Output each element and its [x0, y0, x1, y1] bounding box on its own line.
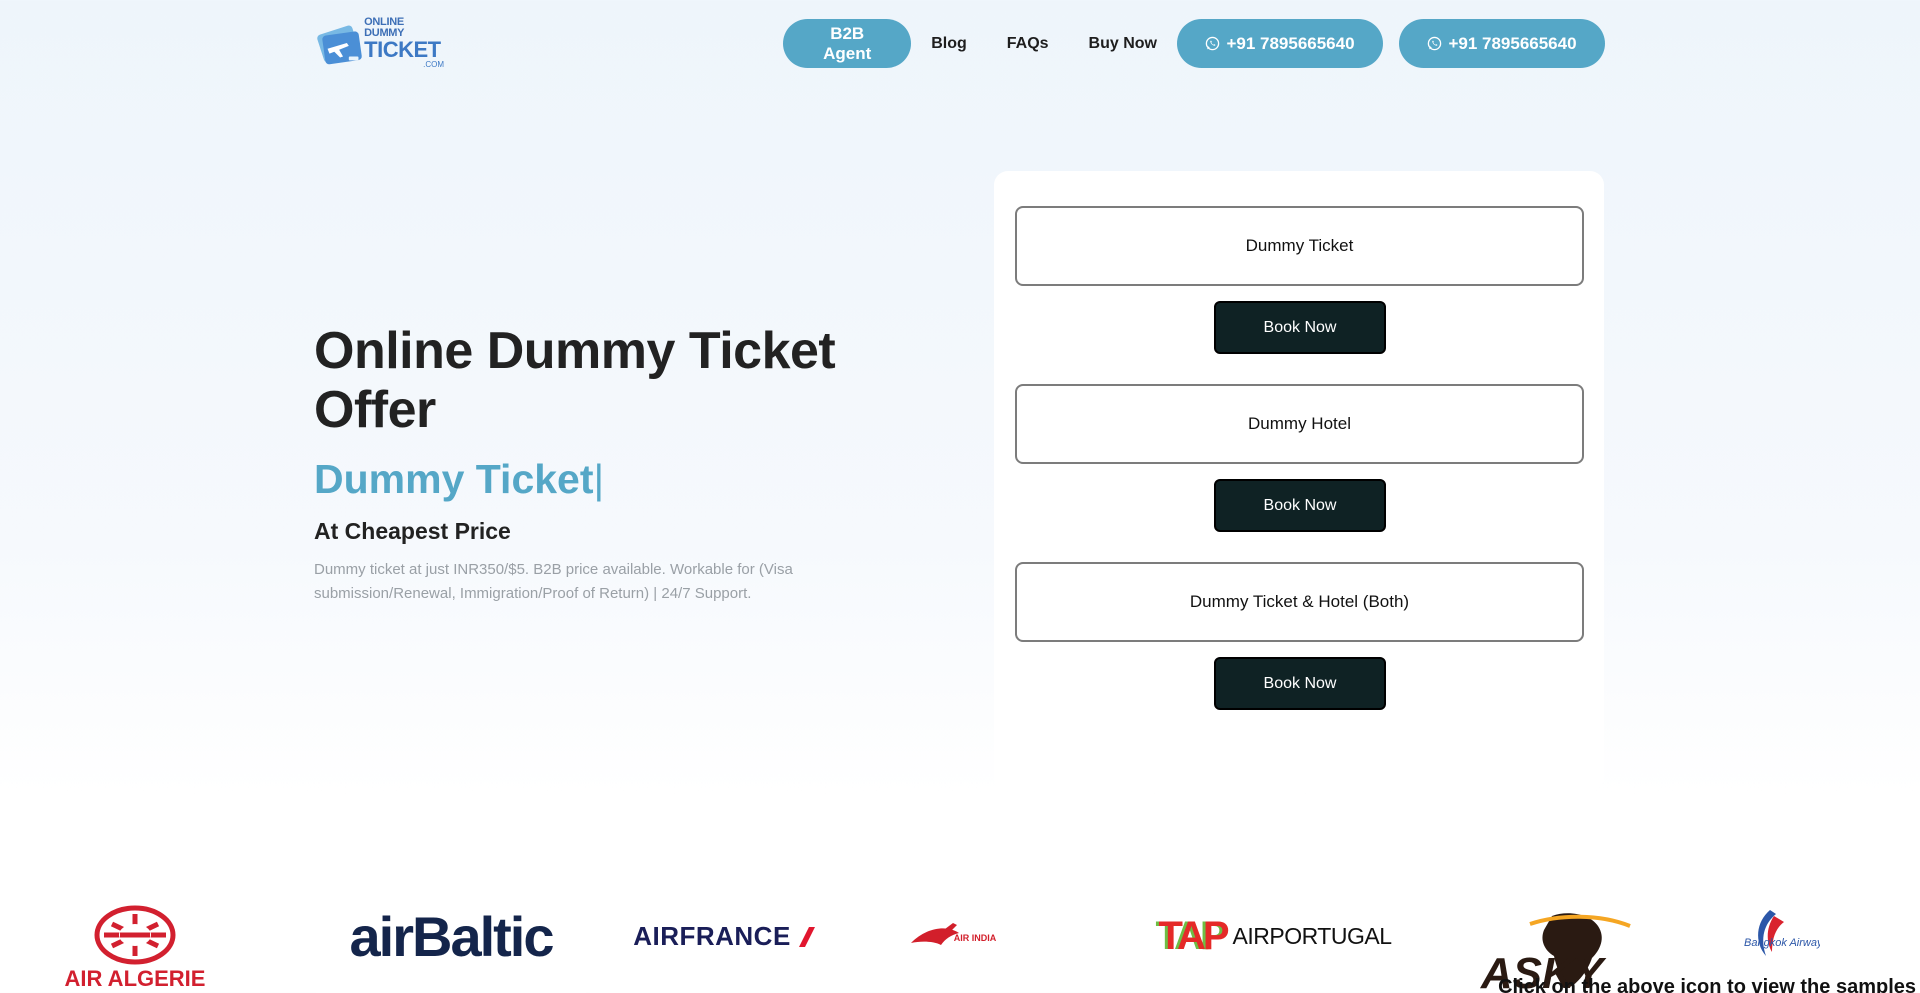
airindia-swan-icon: AIR INDIA [911, 922, 997, 945]
tap-airportugal-logo[interactable]: TAP AIRPORTUGAL [1140, 880, 1410, 993]
option-dummy-hotel[interactable]: Dummy Hotel [1015, 384, 1584, 464]
ticket-plane-logo-icon [317, 25, 362, 65]
logo-line1: ONLINE DUMMY [364, 16, 405, 39]
whatsapp-phone-button-1[interactable]: +91 7895665640 [1177, 19, 1383, 68]
air-algerie-text: AIR ALGERIE [65, 966, 206, 991]
air-algerie-emblem-icon: AIR ALGERIE [65, 905, 206, 991]
booking-card: Dummy Ticket Book Now Dummy Hotel Book N… [994, 171, 1604, 791]
logo-wordmark: ONLINE DUMMY TICKET .COM [364, 17, 444, 69]
nav-link-buy-now[interactable]: Buy Now [1089, 35, 1157, 53]
hero-description: Dummy ticket at just INR350/$5. B2B pric… [314, 561, 793, 602]
airbaltic-logo[interactable]: airBaltic [316, 880, 586, 993]
bangkok-airways-icon: Bangkok Airways [1744, 909, 1820, 956]
tap-airportugal-text: AIRPORTUGAL [1232, 923, 1392, 949]
whatsapp-icon [1428, 36, 1442, 51]
typing-cursor: | [593, 456, 605, 502]
tap-mark-text: TAP [1158, 914, 1230, 958]
book-now-button-both[interactable]: Book Now [1214, 657, 1386, 710]
airfrance-logo[interactable]: AIRFRANCE [590, 880, 860, 993]
main-nav: B2B Agent Blog FAQs Buy Now +91 78956656… [783, 19, 1605, 68]
airindia-logo[interactable]: AIR INDIA [862, 880, 1062, 993]
hero-title: Online Dummy Ticket Offer [314, 322, 836, 439]
book-now-button-ticket[interactable]: Book Now [1214, 301, 1386, 354]
whatsapp-icon [1206, 36, 1220, 51]
bangkok-airways-text: Bangkok Airways [1744, 937, 1820, 949]
option-ticket-and-hotel[interactable]: Dummy Ticket & Hotel (Both) [1015, 562, 1584, 642]
typed-word: Dummy Ticket [314, 456, 594, 502]
airfrance-text: AIRFRANCE [633, 921, 791, 951]
option-dummy-ticket[interactable]: Dummy Ticket [1015, 206, 1584, 286]
airbaltic-text: airBaltic [349, 905, 555, 968]
b2b-agent-button[interactable]: B2B Agent [783, 19, 912, 68]
site-logo[interactable]: ONLINE DUMMY TICKET .COM [314, 17, 444, 69]
logo-line3: .COM [423, 60, 444, 69]
book-now-button-hotel[interactable]: Book Now [1214, 479, 1386, 532]
hero-subtitle: At Cheapest Price [314, 518, 511, 544]
nav-link-blog[interactable]: Blog [931, 35, 967, 53]
phone-number-2: +91 7895665640 [1448, 33, 1577, 53]
air-algerie-logo[interactable]: AIR ALGERIE [60, 880, 210, 993]
logo-line2: TICKET [364, 37, 441, 62]
whatsapp-phone-button-2[interactable]: +91 7895665640 [1399, 19, 1605, 68]
airfrance-stripe-icon [798, 926, 815, 947]
site-header: ONLINE DUMMY TICKET .COM B2B Agent Blog … [0, 0, 1920, 86]
airindia-text: AIR INDIA [954, 933, 997, 943]
nav-link-faqs[interactable]: FAQs [1007, 35, 1049, 53]
phone-number-1: +91 7895665640 [1226, 33, 1355, 53]
samples-hint-text: Click on the above icon to view the samp… [1498, 976, 1916, 993]
hero-typed-text: Dummy Ticket| [314, 456, 604, 503]
